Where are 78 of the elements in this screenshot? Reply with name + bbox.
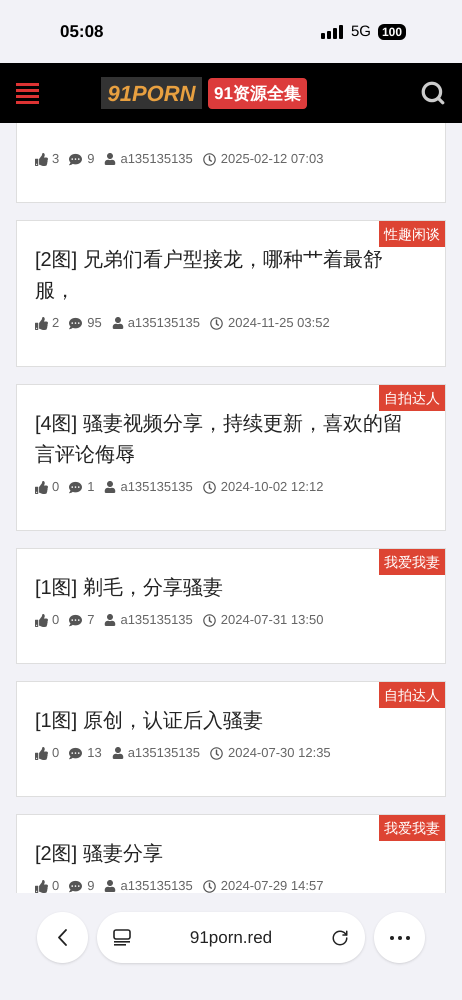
resource-badge[interactable]: 91资源全集 [208,78,307,108]
category-tag[interactable]: 我爱我妻 [379,549,445,575]
category-tag[interactable]: 我爱我妻 [379,815,445,841]
post-time: 2024-07-31 13:50 [220,611,324,629]
address-bar[interactable]: 91porn.red [97,912,365,963]
like-count: 0 [52,744,60,762]
author-name: a135135135 [120,877,193,893]
clock-icon [210,316,224,330]
like-count: 0 [52,877,60,893]
post-card[interactable]: 3 9 a135135135 2025-02-12 07:03 [16,123,446,203]
author-name: a135135135 [120,611,193,629]
network-label: 5G [350,22,371,42]
comment-count: 95 [87,314,102,332]
like-count: 2 [52,314,60,332]
thumbs-up-icon [35,746,48,760]
post-time: 2025-02-12 07:03 [220,150,324,168]
comment-icon [69,880,82,892]
post-time: 2024-07-30 12:35 [228,744,331,762]
comment-count: 7 [87,611,94,629]
post-card[interactable]: 自拍达人 [4图] 骚妻视频分享，持续更新，喜欢的留言评论侮辱 0 1 a135135135 2024-10-02 12:12 [16,384,446,531]
comment-count: 9 [87,150,94,168]
category-tag[interactable]: 性趣闲谈 [379,221,445,247]
search-icon[interactable] [420,80,446,106]
clock-icon [202,480,216,494]
category-tag[interactable]: 自拍达人 [379,385,445,411]
post-card[interactable]: 我爱我妻 [2图] 骚妻分享 0 9 a135135135 2024-07-29 14:57 [16,814,446,893]
post-card[interactable]: 我爱我妻 [1图] 剃毛，分享骚妻 0 7 a135135135 2024-07-31 13:50 [16,548,446,664]
comment-count: 1 [87,478,94,496]
post-card[interactable]: 性趣闲谈 [2图] 兄弟们看户型接龙，哪种艹着最舒服， 2 95 a135135135 2024-11-25 03:52 [16,220,446,367]
post-title[interactable]: [4图] 骚妻视频分享，持续更新，喜欢的留言评论侮辱 [35,409,427,471]
site-logo[interactable]: 91PORN [101,77,202,109]
author-name: a135135135 [120,150,193,168]
user-icon [104,153,116,165]
like-count: 3 [52,150,60,168]
signal-icon [320,25,344,39]
clock-icon [202,152,216,166]
thumbs-up-icon [35,480,48,494]
back-icon [58,929,67,946]
post-time: 2024-11-25 03:52 [228,314,330,332]
user-icon [112,317,124,329]
like-count: 0 [52,611,60,629]
thumbs-up-icon [35,880,48,892]
thumbs-up-icon [35,152,48,166]
comment-icon [69,152,82,166]
post-time: 2024-10-02 12:12 [220,478,324,496]
user-icon [104,614,116,626]
post-title[interactable]: [2图] 兄弟们看户型接龙，哪种艹着最舒服， [35,245,427,307]
post-title[interactable]: [1图] 剃毛，分享骚妻 [35,573,427,604]
comment-count: 13 [87,744,102,762]
author-name: a135135135 [128,744,200,762]
reload-icon[interactable] [331,928,349,946]
comment-icon [69,480,82,494]
user-icon [104,880,116,892]
comment-icon [69,316,82,330]
like-count: 0 [52,478,60,496]
author-name: a135135135 [128,314,200,332]
clock-icon [210,746,224,760]
clock-icon [202,880,216,892]
comment-icon [69,746,82,760]
comment-icon [69,614,82,626]
comment-count: 9 [87,877,94,893]
author-name: a135135135 [120,478,193,496]
thumbs-up-icon [35,614,48,626]
url-text: 91porn.red [188,926,274,949]
post-time: 2024-07-29 14:57 [220,877,324,893]
category-tag[interactable]: 自拍达人 [379,682,445,708]
battery-indicator: 100 [378,24,406,40]
post-card[interactable]: 自拍达人 [1图] 原创，认证后入骚妻 0 13 a135135135 2024-07-30 12:35 [16,681,446,797]
post-title[interactable]: [2图] 骚妻分享 [35,839,427,870]
reader-icon[interactable] [113,929,131,946]
thumbs-up-icon [35,316,48,330]
user-icon [104,481,116,493]
user-icon [112,747,124,759]
clock-icon [202,614,216,626]
post-title[interactable]: [1图] 原创，认证后入骚妻 [35,706,427,737]
status-time: 05:08 [60,21,104,43]
more-icon [390,936,410,940]
menu-icon[interactable] [16,82,39,104]
